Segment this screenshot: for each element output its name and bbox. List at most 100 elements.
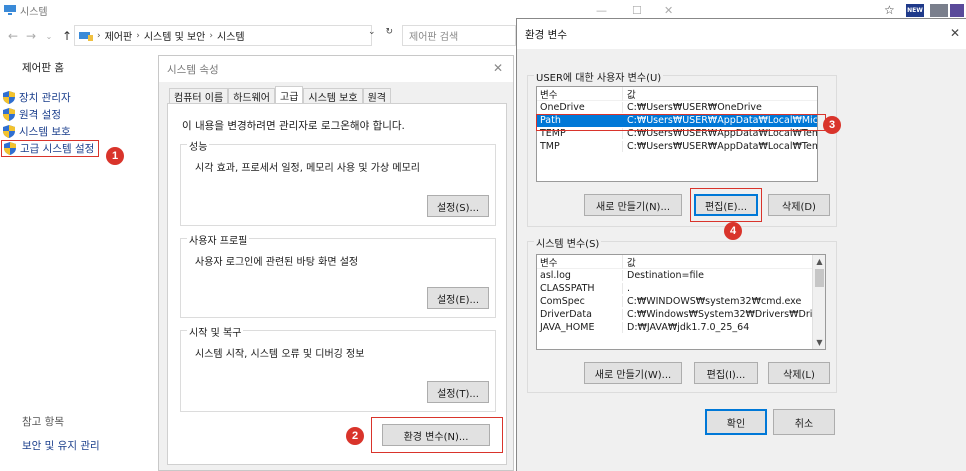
list-item[interactable]: DriverData C:₩Windows₩System32₩Drivers₩D… [537, 308, 825, 321]
close-icon[interactable]: ✕ [950, 26, 960, 40]
security-maintenance-link[interactable]: 보안 및 유지 관리 [22, 438, 100, 453]
user-profiles-group: 사용자 프로필 사용자 로그인에 관련된 바탕 화면 설정 설정(E)... [180, 232, 496, 318]
new-badge-icon[interactable]: NEW [906, 4, 924, 17]
advanced-tab-panel: 이 내용을 변경하려면 관리자로 로그온해야 합니다. 성능 시각 효과, 프로… [167, 103, 507, 465]
close-icon[interactable]: ✕ [664, 4, 673, 17]
dialog-title: 시스템 속성 [167, 63, 219, 76]
see-also-section: 참고 항목 보안 및 유지 관리 [22, 414, 100, 453]
address-bar-row: ← → ⌄ ↑ › 제어판 › 시스템 및 보안 › 시스템 ⌄ ↻ 제어판 검… [0, 24, 600, 48]
tab-advanced[interactable]: 고급 [275, 86, 304, 104]
maximize-icon[interactable]: ☐ [632, 4, 642, 17]
system-new-button[interactable]: 새로 만들기(W)... [584, 362, 682, 384]
var-value: C:₩WINDOWS₩system32₩cmd.exe [627, 296, 802, 307]
var-value: Destination=file [627, 270, 704, 281]
environment-variables-titlebar: 환경 변수 ✕ [517, 19, 966, 49]
group-description: 사용자 로그인에 관련된 바탕 화면 설정 [195, 257, 359, 268]
var-name: TMP [537, 141, 623, 152]
control-panel-icon [79, 31, 93, 41]
breadcrumb-item[interactable]: 시스템 [217, 28, 245, 43]
chevron-down-icon[interactable]: ⌄ [368, 27, 376, 37]
list-item[interactable]: asl.log Destination=file [537, 269, 825, 282]
chevron-right-icon: › [97, 30, 101, 41]
sidebar-item-advanced-system-settings[interactable]: 고급 시스템 설정 [1, 140, 99, 157]
vivaldi-icon[interactable] [950, 4, 964, 17]
search-input[interactable]: 제어판 검색 [402, 25, 516, 46]
system-variables-list[interactable]: 변수 값 asl.log Destination=file CLASSPATH … [536, 254, 826, 350]
sidebar: 제어판 홈 장치 관리자 원격 설정 시스템 보호 고급 시스템 설정 [0, 60, 150, 157]
sidebar-item-device-manager[interactable]: 장치 관리자 [0, 89, 150, 106]
performance-settings-button[interactable]: 설정(S)... [427, 195, 489, 217]
startup-recovery-settings-button[interactable]: 설정(T)... [427, 381, 489, 403]
list-item[interactable]: JAVA_HOME D:₩JAVA₩jdk1.7.0_25_64 [537, 321, 825, 334]
refresh-icon[interactable]: ↻ [386, 27, 394, 37]
shield-icon [4, 142, 16, 155]
list-item[interactable]: OneDrive C:₩Users₩USER₩OneDrive [537, 101, 817, 114]
ok-button[interactable]: 확인 [705, 409, 767, 435]
sidebar-item-system-protection[interactable]: 시스템 보호 [0, 123, 150, 140]
user-new-button[interactable]: 새로 만들기(N)... [584, 194, 682, 216]
var-name: OneDrive [537, 102, 623, 113]
system-properties-dialog: 시스템 속성 ✕ 컴퓨터 이름 하드웨어 고급 시스템 보호 원격 이 내용을 … [158, 55, 514, 471]
forward-arrow-icon[interactable]: → [22, 29, 40, 43]
step-marker-2: 2 [346, 427, 364, 445]
minimize-icon[interactable]: — [596, 4, 607, 17]
system-properties-titlebar: 시스템 속성 ✕ [159, 56, 513, 82]
step-marker-4: 4 [724, 222, 742, 240]
path-row-highlight [536, 114, 826, 131]
shield-icon [3, 91, 15, 104]
var-name: JAVA_HOME [537, 322, 623, 333]
system-edit-button[interactable]: 편집(I)... [694, 362, 758, 384]
tab-hardware[interactable]: 하드웨어 [228, 88, 275, 104]
see-also-title: 참고 항목 [22, 416, 64, 428]
back-arrow-icon[interactable]: ← [4, 29, 22, 43]
list-item[interactable]: TMP C:₩Users₩USER₩AppData₩Local₩Temp [537, 140, 817, 153]
sidebar-home-link[interactable]: 제어판 홈 [0, 60, 150, 75]
sidebar-item-label: 고급 시스템 설정 [20, 143, 95, 155]
var-name: CLASSPATH [537, 283, 623, 294]
user-profiles-settings-button[interactable]: 설정(E)... [427, 287, 489, 309]
list-item[interactable]: ComSpec C:₩WINDOWS₩system32₩cmd.exe [537, 295, 825, 308]
column-header-variable[interactable]: 변수 [537, 255, 623, 269]
system-delete-button[interactable]: 삭제(L) [768, 362, 830, 384]
sidebar-item-label: 원격 설정 [19, 109, 61, 121]
vertical-scrollbar[interactable]: ▲ ▼ [812, 255, 825, 349]
var-name: asl.log [537, 270, 623, 281]
breadcrumb-item[interactable]: 시스템 및 보안 [144, 28, 206, 43]
extension-icon[interactable] [930, 4, 948, 17]
address-box[interactable]: › 제어판 › 시스템 및 보안 › 시스템 [74, 25, 372, 46]
group-title: 시작 및 복구 [187, 324, 244, 339]
window-title: 시스템 [20, 6, 48, 18]
chevron-right-icon: › [209, 30, 213, 41]
tab-computer-name[interactable]: 컴퓨터 이름 [169, 88, 229, 104]
var-value: C:₩Users₩USER₩OneDrive [627, 102, 762, 113]
sidebar-item-remote-settings[interactable]: 원격 설정 [0, 106, 150, 123]
group-description: 시각 효과, 프로세서 일정, 메모리 사용 및 가상 메모리 [195, 163, 420, 174]
list-header: 변수 값 [537, 87, 817, 101]
step-marker-1: 1 [106, 147, 124, 165]
startup-recovery-group: 시작 및 복구 시스템 시작, 시스템 오류 및 디버깅 정보 설정(T)... [180, 324, 496, 412]
environment-variables-button[interactable]: 환경 변수(N)... [382, 424, 490, 446]
list-item[interactable]: CLASSPATH . [537, 282, 825, 295]
column-header-variable[interactable]: 변수 [537, 87, 623, 101]
performance-group: 성능 시각 효과, 프로세서 일정, 메모리 사용 및 가상 메모리 설정(S)… [180, 138, 496, 226]
scroll-thumb[interactable] [815, 269, 824, 287]
tab-remote[interactable]: 원격 [362, 88, 391, 104]
tab-strip: 컴퓨터 이름 하드웨어 고급 시스템 보호 원격 [169, 86, 391, 104]
breadcrumb-item[interactable]: 제어판 [105, 28, 133, 43]
scroll-up-icon[interactable]: ▲ [813, 255, 825, 268]
system-variables-group: 시스템 변수(S) 변수 값 asl.log Destination=file … [527, 235, 837, 393]
group-description: 시스템 시작, 시스템 오류 및 디버깅 정보 [195, 349, 365, 360]
recent-dropdown-icon[interactable]: ⌄ [40, 32, 58, 41]
bookmark-star-icon[interactable]: ☆ [884, 3, 895, 17]
user-edit-button[interactable]: 편집(E)... [694, 194, 758, 216]
column-header-value[interactable]: 값 [623, 87, 817, 101]
group-title: 시스템 변수(S) [534, 235, 602, 250]
close-icon[interactable]: ✕ [493, 61, 503, 75]
column-header-value[interactable]: 값 [623, 255, 825, 269]
cancel-button[interactable]: 취소 [773, 409, 835, 435]
scroll-down-icon[interactable]: ▼ [813, 336, 825, 349]
tab-system-protection[interactable]: 시스템 보호 [303, 88, 363, 104]
user-delete-button[interactable]: 삭제(D) [768, 194, 830, 216]
computer-icon [4, 5, 16, 15]
user-variables-list[interactable]: 변수 값 OneDrive C:₩Users₩USER₩OneDrive Pat… [536, 86, 818, 182]
